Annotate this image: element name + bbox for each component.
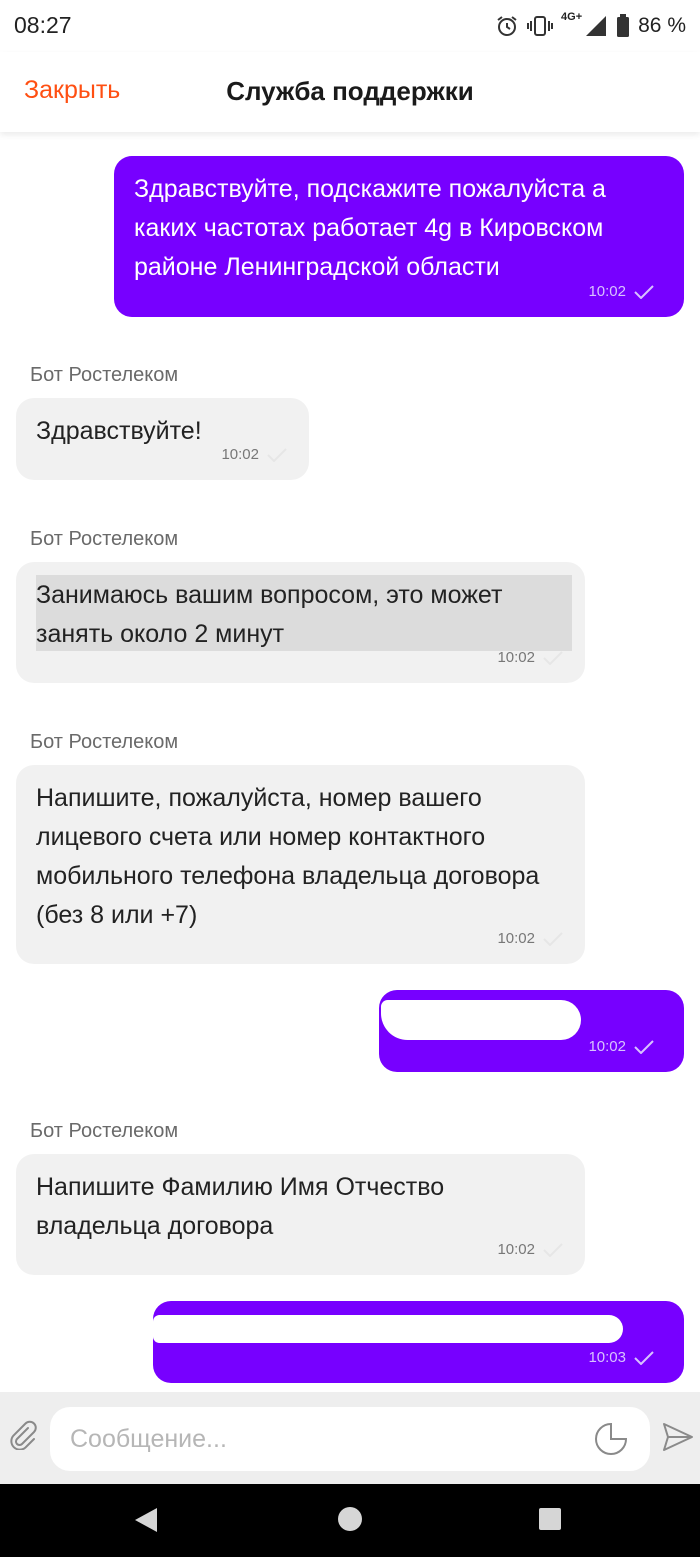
message-input[interactable]: [50, 1407, 650, 1471]
home-icon[interactable]: [338, 1507, 362, 1531]
send-icon[interactable]: [662, 1422, 694, 1452]
message-time: 10:03: [588, 1349, 626, 1366]
message-meta: 10:02: [588, 283, 654, 301]
message-meta: 10:02: [497, 930, 563, 948]
redaction-scribble: [381, 1000, 581, 1040]
network-type: 4G+: [561, 11, 583, 23]
message-meta: 10:02: [497, 1241, 563, 1259]
check-icon: [543, 932, 563, 946]
message-input-bar: [0, 1392, 700, 1484]
message-time: 10:02: [497, 930, 535, 947]
back-icon[interactable]: [133, 1506, 159, 1534]
message-meta: 10:02: [588, 1038, 654, 1056]
message-time: 10:02: [497, 649, 535, 666]
message-text: Занимаюсь вашим вопросом, это может заня…: [36, 581, 503, 648]
status-time: 08:27: [14, 12, 72, 38]
message-text: Напишите Фамилию Имя Отчество владельца …: [36, 1173, 445, 1240]
check-icon: [634, 1040, 654, 1054]
sender-name: Бот Ростелеком: [30, 1120, 179, 1142]
sticker-icon[interactable]: [594, 1422, 628, 1456]
paperclip-icon[interactable]: [8, 1420, 38, 1450]
message-time: 10:02: [221, 446, 259, 463]
redaction-scribble: [153, 1315, 623, 1343]
incoming-message[interactable]: Напишите Фамилию Имя Отчество владельца …: [16, 1154, 585, 1275]
incoming-message[interactable]: Занимаюсь вашим вопросом, это может заня…: [16, 562, 585, 683]
system-nav-bar: [0, 1484, 700, 1557]
message-meta: 10:02: [221, 446, 287, 464]
sender-name: Бот Ростелеком: [30, 364, 179, 386]
check-icon: [543, 1243, 563, 1257]
battery-icon: [616, 14, 630, 38]
status-bar: 08:27 4G+ 86 %: [0, 0, 700, 52]
check-icon: [634, 1351, 654, 1365]
battery-level: 86 %: [638, 14, 686, 37]
recent-apps-icon[interactable]: [539, 1508, 561, 1530]
message-meta: 10:03: [588, 1349, 654, 1367]
message-meta: 10:02: [497, 649, 563, 667]
page-title: Служба поддержки: [226, 76, 474, 106]
incoming-message[interactable]: Напишите, пожалуйста, номер вашего лицев…: [16, 765, 585, 964]
vibrate-icon: [527, 14, 554, 38]
message-text: Напишите, пожалуйста, номер вашего лицев…: [36, 784, 540, 929]
outgoing-message[interactable]: 10:03: [153, 1301, 684, 1383]
signal-icon: [584, 14, 608, 38]
chat-area[interactable]: Здравствуйте, подскажите пожалуйста а ка…: [0, 132, 700, 1392]
sender-name: Бот Ростелеком: [30, 731, 179, 753]
message-time: 10:02: [588, 1038, 626, 1055]
incoming-message[interactable]: Здравствуйте! 10:02: [16, 398, 309, 480]
message-text: Здравствуйте, подскажите пожалуйста а ка…: [134, 175, 606, 281]
check-icon: [634, 285, 654, 299]
alarm-icon: [495, 14, 519, 38]
check-icon: [267, 448, 287, 462]
chat-header: Закрыть Служба поддержки: [0, 52, 700, 132]
outgoing-message[interactable]: Здравствуйте, подскажите пожалуйста а ка…: [114, 156, 684, 317]
message-time: 10:02: [497, 1241, 535, 1258]
outgoing-message[interactable]: 10:02: [379, 990, 684, 1072]
sender-name: Бот Ростелеком: [30, 528, 179, 550]
message-time: 10:02: [588, 283, 626, 300]
check-icon: [543, 651, 563, 665]
status-icons: 4G+ 86 %: [495, 10, 686, 42]
